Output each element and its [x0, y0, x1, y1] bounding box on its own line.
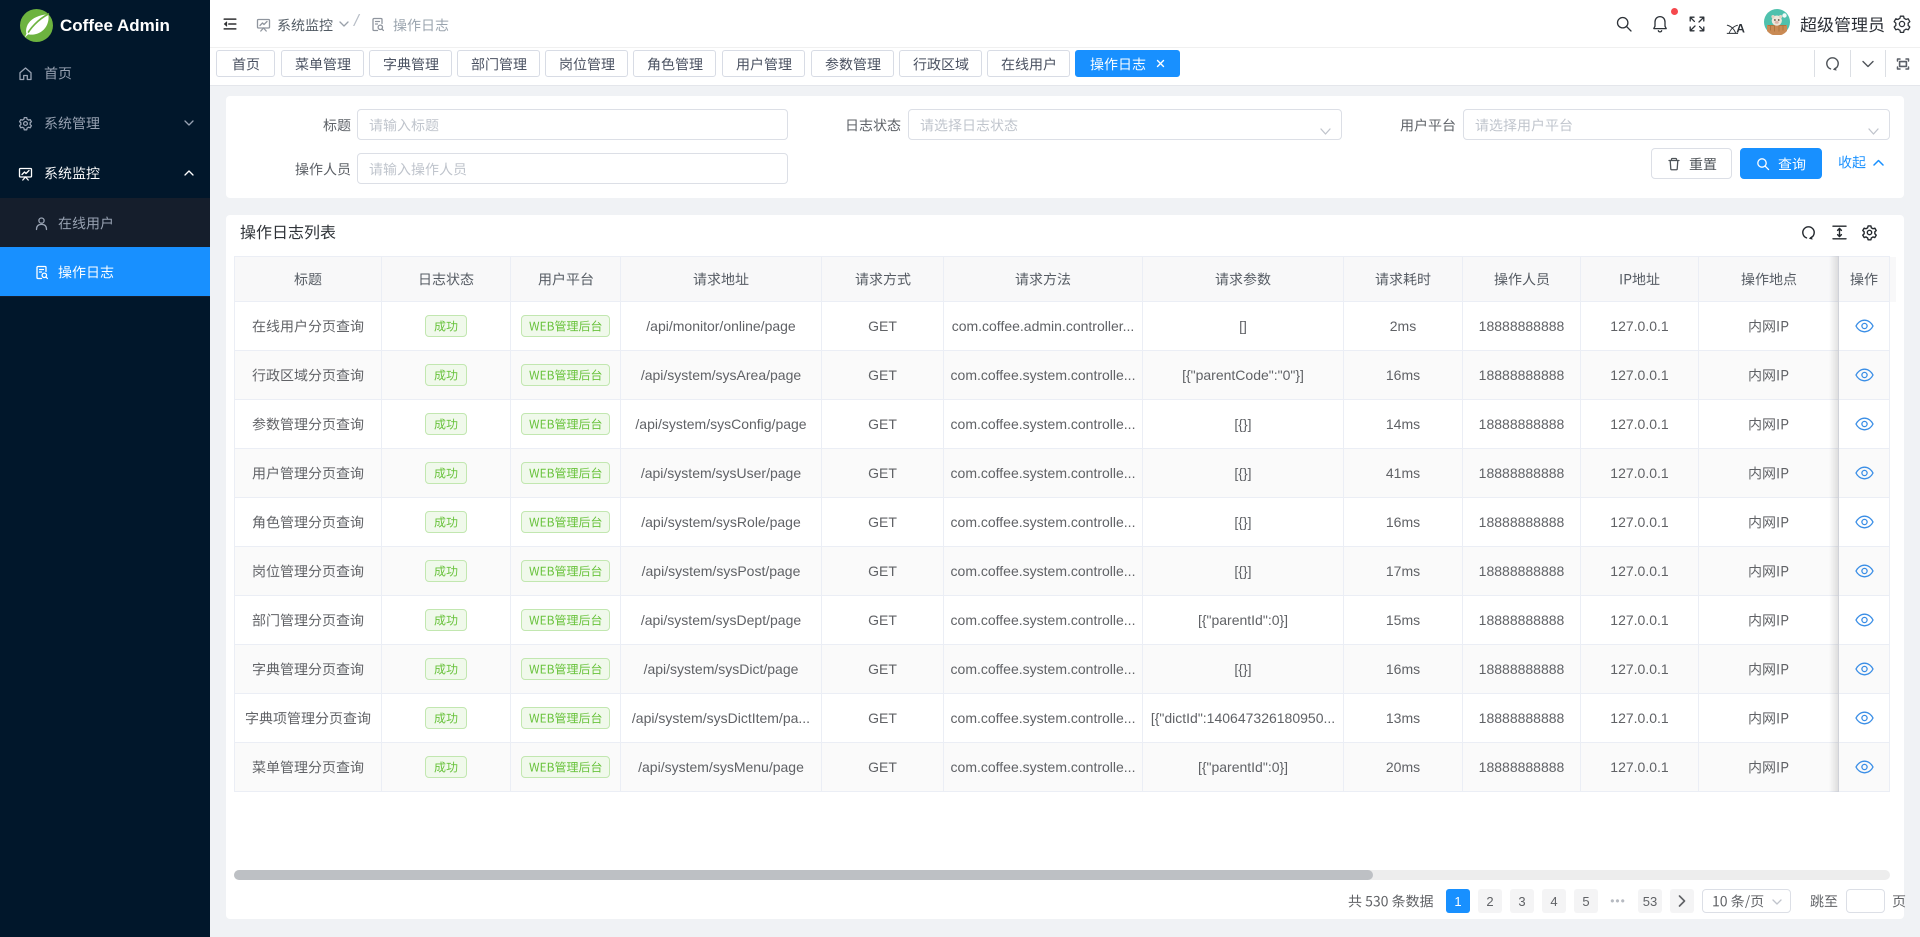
svg-text:A: A: [1736, 22, 1745, 34]
